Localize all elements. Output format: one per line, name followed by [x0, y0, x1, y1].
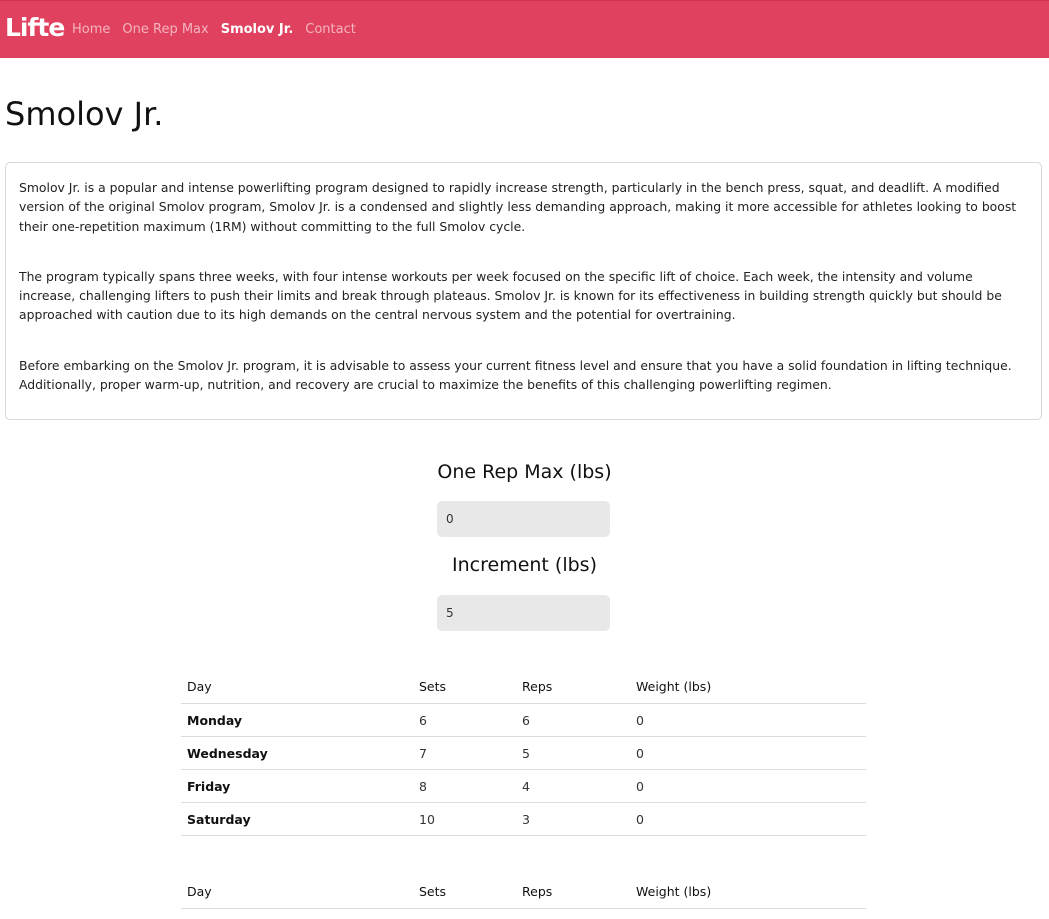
column-header-weight: Weight (lbs) — [630, 670, 866, 704]
column-header-day: Day — [181, 670, 413, 704]
cell-day: Friday — [181, 769, 413, 803]
table-header-row: Day Sets Reps Weight (lbs) — [181, 875, 866, 909]
table-row: Monday 6 6 0 — [181, 703, 866, 737]
column-header-weight: Weight (lbs) — [630, 875, 866, 909]
schedule-table-week-1: Day Sets Reps Weight (lbs) Monday 6 6 0 … — [181, 670, 866, 836]
nav-link-home[interactable]: Home — [72, 22, 110, 37]
column-header-reps: Reps — [516, 670, 630, 704]
description-paragraph: Smolov Jr. is a popular and intense powe… — [19, 180, 1017, 234]
page-title: Smolov Jr. — [5, 95, 164, 133]
column-header-sets: Sets — [413, 670, 516, 704]
table-row: Saturday 10 3 0 — [181, 802, 866, 836]
cell-weight: 0 — [630, 769, 866, 803]
column-header-sets: Sets — [413, 875, 516, 909]
cell-day: Wednesday — [181, 736, 413, 770]
cell-reps: 3 — [516, 802, 630, 836]
nav-link-contact[interactable]: Contact — [305, 22, 356, 37]
cell-weight: 0 — [630, 802, 866, 836]
increment-input[interactable] — [437, 595, 610, 631]
cell-sets: 10 — [413, 802, 516, 836]
one-rep-max-input[interactable] — [437, 501, 610, 537]
cell-weight: 0 — [630, 736, 866, 770]
cell-day: Monday — [181, 703, 413, 737]
navbar: Lifte Home One Rep Max Smolov Jr. Contac… — [0, 0, 1049, 58]
increment-label: Increment (lbs) — [452, 554, 597, 576]
nav-link-one-rep-max[interactable]: One Rep Max — [122, 22, 208, 37]
table-row: Wednesday 7 5 0 — [181, 736, 866, 770]
description-paragraph: The program typically spans three weeks,… — [19, 268, 1002, 323]
table-header-row: Day Sets Reps Weight (lbs) — [181, 670, 866, 704]
nav-link-smolov-jr[interactable]: Smolov Jr. — [221, 22, 294, 37]
cell-reps: 4 — [516, 769, 630, 803]
cell-day: Saturday — [181, 802, 413, 836]
column-header-reps: Reps — [516, 875, 630, 909]
description-card: Smolov Jr. is a popular and intense powe… — [5, 162, 1042, 420]
cell-reps: 5 — [516, 736, 630, 770]
description-paragraph: Before embarking on the Smolov Jr. progr… — [19, 357, 1012, 393]
cell-sets: 7 — [413, 736, 516, 770]
schedule-table-week-2: Day Sets Reps Weight (lbs) — [181, 875, 866, 909]
cell-weight: 0 — [630, 703, 866, 737]
cell-sets: 8 — [413, 769, 516, 803]
one-rep-max-label: One Rep Max (lbs) — [437, 461, 612, 483]
cell-reps: 6 — [516, 703, 630, 737]
brand-logo[interactable]: Lifte — [5, 13, 65, 42]
table-row: Friday 8 4 0 — [181, 769, 866, 803]
column-header-day: Day — [181, 875, 413, 909]
nav-links: Home One Rep Max Smolov Jr. Contact — [72, 22, 356, 37]
cell-sets: 6 — [413, 703, 516, 737]
